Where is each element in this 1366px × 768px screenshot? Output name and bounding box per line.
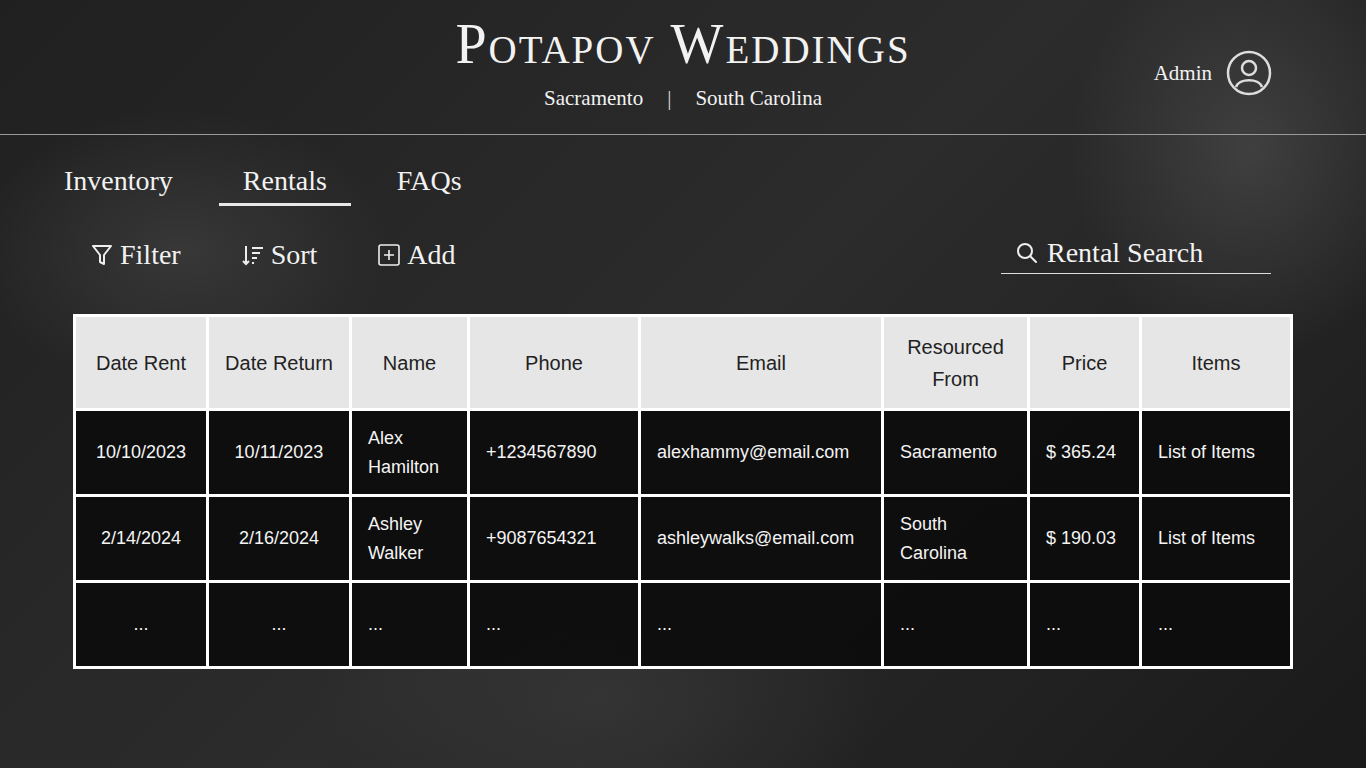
table-cell: 2/16/2024 <box>208 496 351 582</box>
rentals-table-area: Date RentDate ReturnNamePhoneEmailResour… <box>0 314 1366 669</box>
table-row[interactable]: ........................ <box>75 582 1292 668</box>
table-cell: ... <box>351 582 469 668</box>
table-header-row: Date RentDate ReturnNamePhoneEmailResour… <box>75 316 1292 410</box>
column-header[interactable]: Phone <box>469 316 640 410</box>
sort-icon <box>241 243 265 267</box>
tab[interactable]: Inventory <box>40 157 197 206</box>
location-list: Sacramento | South Carolina <box>544 86 822 111</box>
toolbar: Filter Sort Add <box>0 234 1366 276</box>
table-cell: Sacramento <box>883 410 1029 496</box>
column-header[interactable]: Items <box>1141 316 1292 410</box>
add-icon <box>377 243 401 267</box>
table-cell: South Carolina <box>883 496 1029 582</box>
items-link[interactable]: List of Items <box>1141 410 1292 496</box>
table-cell: $ 190.03 <box>1029 496 1141 582</box>
table-cell: ... <box>1029 582 1141 668</box>
table-cell: ... <box>883 582 1029 668</box>
location-link[interactable]: South Carolina <box>695 86 822 111</box>
table-row[interactable]: 2/14/20242/16/2024Ashley Walker+90876543… <box>75 496 1292 582</box>
table-cell: Ashley Walker <box>351 496 469 582</box>
user-label[interactable]: Admin <box>1154 61 1212 86</box>
table-cell: ... <box>640 582 883 668</box>
table-cell: ... <box>469 582 640 668</box>
filter-icon <box>90 243 114 267</box>
table-cell: ... <box>75 582 208 668</box>
rentals-table: Date RentDate ReturnNamePhoneEmailResour… <box>73 314 1293 669</box>
search-input[interactable] <box>1047 237 1271 269</box>
sort-button[interactable]: Sort <box>241 239 318 271</box>
add-button[interactable]: Add <box>377 239 455 271</box>
column-header[interactable]: Price <box>1029 316 1141 410</box>
table-cell: ashleywalks@email.com <box>640 496 883 582</box>
filter-button[interactable]: Filter <box>90 239 181 271</box>
table-cell: +9087654321 <box>469 496 640 582</box>
user-menu[interactable]: Admin <box>1154 0 1366 96</box>
table-row[interactable]: 10/10/202310/11/2023Alex Hamilton+123456… <box>75 410 1292 496</box>
brand: Potapov Weddings Sacramento | South Carolin… <box>455 0 910 111</box>
header: Potapov Weddings Sacramento | South Carolin… <box>0 0 1366 135</box>
rentals-page: Potapov Weddings Sacramento | South Carolin… <box>0 0 1366 768</box>
table-cell: 10/10/2023 <box>75 410 208 496</box>
table-cell: 10/11/2023 <box>208 410 351 496</box>
column-header[interactable]: Name <box>351 316 469 410</box>
tab[interactable]: FAQs <box>373 157 486 206</box>
table-cell: $ 365.24 <box>1029 410 1141 496</box>
table-cell: 2/14/2024 <box>75 496 208 582</box>
table-cell: +1234567890 <box>469 410 640 496</box>
search-field[interactable] <box>1001 237 1271 274</box>
tab-bar: Inventory Rentals FAQs <box>0 157 1366 206</box>
column-header[interactable]: Date Rent <box>75 316 208 410</box>
brand-title: Potapov Weddings <box>455 14 910 76</box>
user-icon[interactable] <box>1226 50 1272 96</box>
table-cell: Alex Hamilton <box>351 410 469 496</box>
items-link[interactable]: List of Items <box>1141 496 1292 582</box>
tab[interactable]: Rentals <box>219 157 351 206</box>
table-cell: alexhammy@email.com <box>640 410 883 496</box>
items-link[interactable]: ... <box>1141 582 1292 668</box>
location-link[interactable]: Sacramento <box>544 86 643 111</box>
table-cell: ... <box>208 582 351 668</box>
column-header[interactable]: Email <box>640 316 883 410</box>
location-separator: | <box>667 86 671 111</box>
search-icon <box>1015 241 1039 265</box>
column-header[interactable]: Resourced From <box>883 316 1029 410</box>
column-header[interactable]: Date Return <box>208 316 351 410</box>
